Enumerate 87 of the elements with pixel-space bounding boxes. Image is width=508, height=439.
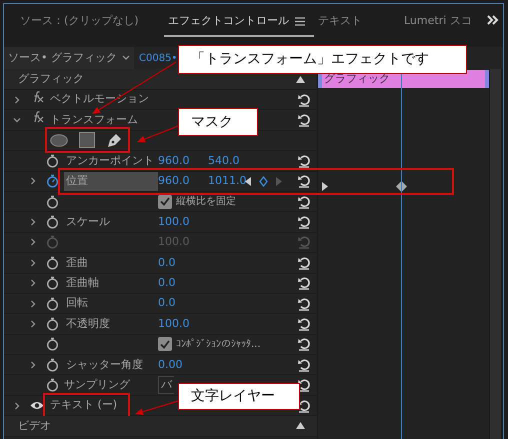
pen-icon[interactable] xyxy=(106,132,122,148)
expand-chevron-icon[interactable] xyxy=(29,320,37,328)
reset-icon[interactable] xyxy=(297,113,311,128)
value-field[interactable]: 0.0 xyxy=(158,295,208,312)
value-field[interactable]: 100.0 xyxy=(158,316,208,332)
section-header: ビデオ xyxy=(18,418,52,434)
value-field[interactable]: 0.0 xyxy=(158,274,208,292)
expand-chevron-icon[interactable] xyxy=(13,402,21,410)
value-field[interactable]: 540.0 xyxy=(208,152,246,170)
stopwatch-icon[interactable] xyxy=(46,215,58,230)
stopwatch-icon[interactable] xyxy=(46,378,58,392)
stopwatch-icon[interactable] xyxy=(46,296,58,311)
callout: マスク xyxy=(178,108,258,136)
reset-icon[interactable] xyxy=(297,337,311,352)
value-field[interactable]: 0.00 xyxy=(158,356,208,374)
value-field[interactable]: 960.0 xyxy=(158,173,208,190)
leader-line xyxy=(135,400,178,416)
checkbox[interactable] xyxy=(158,194,172,209)
layer-name[interactable]: テキスト (ー) xyxy=(50,397,118,414)
property-name: 歪曲軸 xyxy=(66,274,99,291)
previous-keyframe-icon[interactable] xyxy=(245,176,251,186)
expand-chevron-icon[interactable] xyxy=(29,279,37,288)
expand-chevron-icon[interactable] xyxy=(29,177,37,186)
stopwatch-icon[interactable] xyxy=(46,154,58,168)
property-name: スケール xyxy=(66,214,110,230)
menu-icon[interactable] xyxy=(295,16,305,26)
reset-icon[interactable] xyxy=(297,256,311,270)
sampling-dropdown[interactable]: バ xyxy=(158,376,174,394)
leader-line xyxy=(137,125,178,142)
expand-chevron-icon[interactable] xyxy=(29,360,37,369)
collapse-triangle-icon[interactable] xyxy=(296,76,305,82)
stopwatch-icon[interactable] xyxy=(46,174,58,188)
reset-icon[interactable] xyxy=(297,194,311,209)
panel-tab[interactable]: Lumetri スコ xyxy=(400,7,484,37)
property-name: 不透明度 xyxy=(66,316,110,332)
reset-icon[interactable] xyxy=(297,378,311,392)
expand-chevron-icon[interactable] xyxy=(29,258,37,267)
caret-icon xyxy=(122,55,130,61)
section-header: グラフィック xyxy=(18,70,85,87)
stopwatch-icon[interactable] xyxy=(46,337,58,352)
panel-tab[interactable]: テキスト xyxy=(314,7,400,37)
add-keyframe-icon[interactable] xyxy=(259,176,268,187)
checkbox[interactable] xyxy=(158,337,172,352)
reset-icon[interactable] xyxy=(297,398,311,413)
checkbox-label: 縦横比を固定 xyxy=(176,194,236,210)
ellipse-mask-icon[interactable] xyxy=(50,134,68,147)
stopwatch-icon[interactable] xyxy=(46,194,58,209)
reset-icon[interactable] xyxy=(297,215,311,230)
reset-icon[interactable] xyxy=(297,316,311,331)
collapse-triangle-icon[interactable] xyxy=(296,422,305,430)
source-dropdown[interactable]: ソース• グラフィック xyxy=(4,47,134,69)
stopwatch-icon[interactable] xyxy=(46,316,58,331)
reset-icon[interactable] xyxy=(297,92,311,107)
property-name-field[interactable]: 位置 xyxy=(64,172,158,191)
reset-icon[interactable] xyxy=(297,174,311,188)
collapse-chevron-icon[interactable] xyxy=(13,116,21,124)
clip-link[interactable]: C0085• xyxy=(139,50,178,66)
property-name: 回転 xyxy=(66,295,88,312)
eye-icon[interactable] xyxy=(30,401,44,410)
rectangle-mask-icon[interactable] xyxy=(79,132,95,148)
callout: 「トランスフォーム」エフェクトです xyxy=(178,45,467,74)
reset-icon[interactable] xyxy=(297,358,311,372)
reset-icon[interactable] xyxy=(297,276,311,290)
panel-tab[interactable]: エフェクトコントロール xyxy=(164,7,314,37)
value-field[interactable]: 1011.0 xyxy=(208,173,246,190)
stopwatch-icon[interactable] xyxy=(46,256,58,270)
value-field[interactable]: 0.0 xyxy=(158,254,208,272)
panel-tab[interactable]: ソース：(クリップなし) xyxy=(16,7,164,37)
checkbox-label: ｺﾝﾎﾟｼﾞｼｮﾝのｼｬｯﾀ... xyxy=(176,338,261,352)
expand-chevron-icon[interactable] xyxy=(29,300,37,308)
reset-icon[interactable] xyxy=(297,296,311,311)
property-name: アンカーポイント xyxy=(66,152,154,169)
property-name: 歪曲 xyxy=(66,254,88,271)
property-name: シャッター角度 xyxy=(66,356,143,373)
expand-chevron-icon[interactable] xyxy=(29,218,37,226)
reset-icon[interactable] xyxy=(297,154,311,168)
value-field[interactable]: 100.0 xyxy=(158,214,208,230)
stopwatch-icon[interactable] xyxy=(46,276,58,290)
value-field[interactable]: 960.0 xyxy=(158,152,208,170)
overflow-icon[interactable] xyxy=(487,15,499,25)
expand-chevron-icon[interactable] xyxy=(13,96,21,104)
stopwatch-icon[interactable] xyxy=(46,358,58,372)
property-name: サンプリング xyxy=(64,376,132,393)
scrollbar[interactable] xyxy=(489,69,501,439)
callout: 文字レイヤー xyxy=(178,383,300,410)
keyframe-start-icon xyxy=(322,182,328,191)
effect-name[interactable]: トランスフォーム xyxy=(50,112,174,128)
